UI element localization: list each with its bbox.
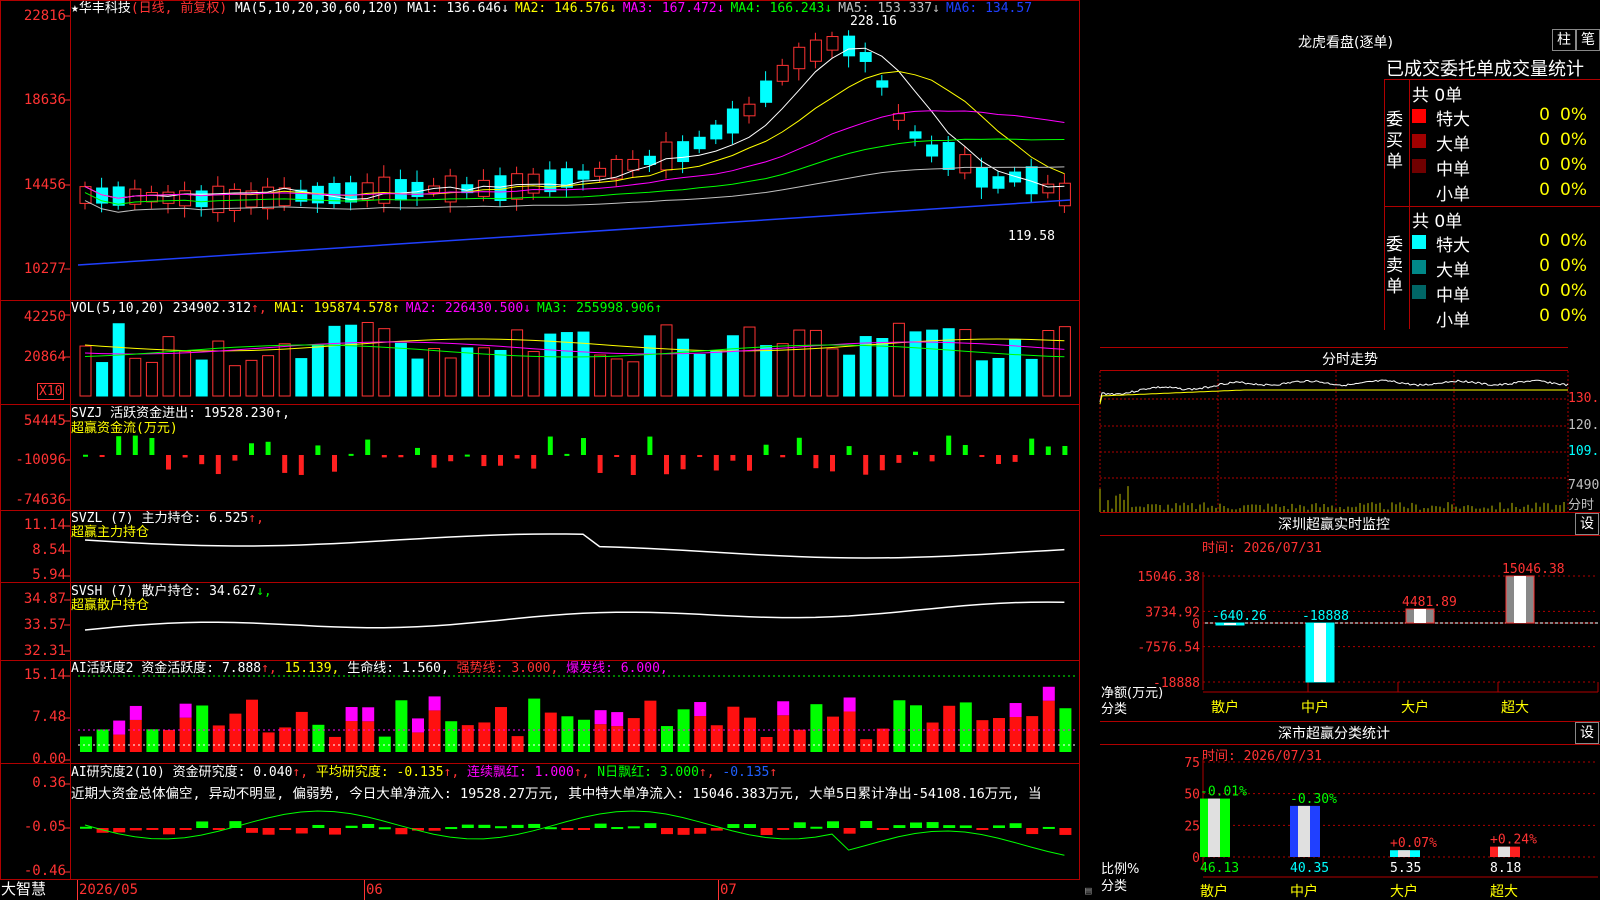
cls-change-label: -0.01% xyxy=(1200,785,1247,800)
cls-value-label: 5.35 xyxy=(1390,861,1421,876)
cls-bar-highlight xyxy=(1498,846,1510,857)
cls-y-label: 50 xyxy=(1184,788,1200,803)
sz-value-label: -18888 xyxy=(1302,609,1349,624)
cls-change-label: +0.24% xyxy=(1490,833,1537,848)
cls-bar-highlight xyxy=(1298,805,1310,857)
cls-category-label: 大户 xyxy=(1390,883,1418,900)
sz-y-label: 15046.38 xyxy=(1137,570,1200,585)
sz-y-label: -18888 xyxy=(1153,676,1200,691)
sz-category-label: 超大 xyxy=(1501,700,1529,716)
cls-bar-highlight xyxy=(1398,850,1410,857)
cls-category-label: 散户 xyxy=(1200,883,1228,900)
cls-y-label: 0 xyxy=(1192,851,1200,866)
cls-y-label: 25 xyxy=(1184,819,1200,834)
sz-category-label: 中户 xyxy=(1301,699,1329,716)
sz-value-label: 15046.38 xyxy=(1502,562,1565,577)
cls-value-label: 8.18 xyxy=(1490,861,1521,876)
sz-y-label: 0 xyxy=(1192,617,1200,632)
cls-value-label: 40.35 xyxy=(1290,861,1329,876)
sz-y-label: -7576.54 xyxy=(1137,641,1200,656)
sz-category-label: 大户 xyxy=(1401,699,1429,716)
sz-bar-highlight xyxy=(1514,576,1526,623)
sz-bar-highlight xyxy=(1414,609,1426,624)
cls-change-label: -0.30% xyxy=(1290,792,1337,807)
cls-y-label: 75 xyxy=(1184,756,1200,771)
cls-change-label: +0.07% xyxy=(1390,836,1437,851)
right-charts: 15046.383734.920-7576.54-18888-640.26散户-… xyxy=(1099,371,1599,900)
sz-value-label: 4481.89 xyxy=(1402,595,1457,610)
sz-category-label: 散户 xyxy=(1211,699,1239,716)
cls-category-label: 超大 xyxy=(1490,884,1518,900)
sz-value-label: -640.26 xyxy=(1212,609,1267,624)
sz-bar-highlight xyxy=(1314,623,1326,682)
fenshi-avg-line xyxy=(1099,389,1568,405)
cls-bar-highlight xyxy=(1208,798,1220,857)
cls-category-label: 中户 xyxy=(1290,883,1318,900)
cls-value-label: 46.13 xyxy=(1200,861,1239,876)
